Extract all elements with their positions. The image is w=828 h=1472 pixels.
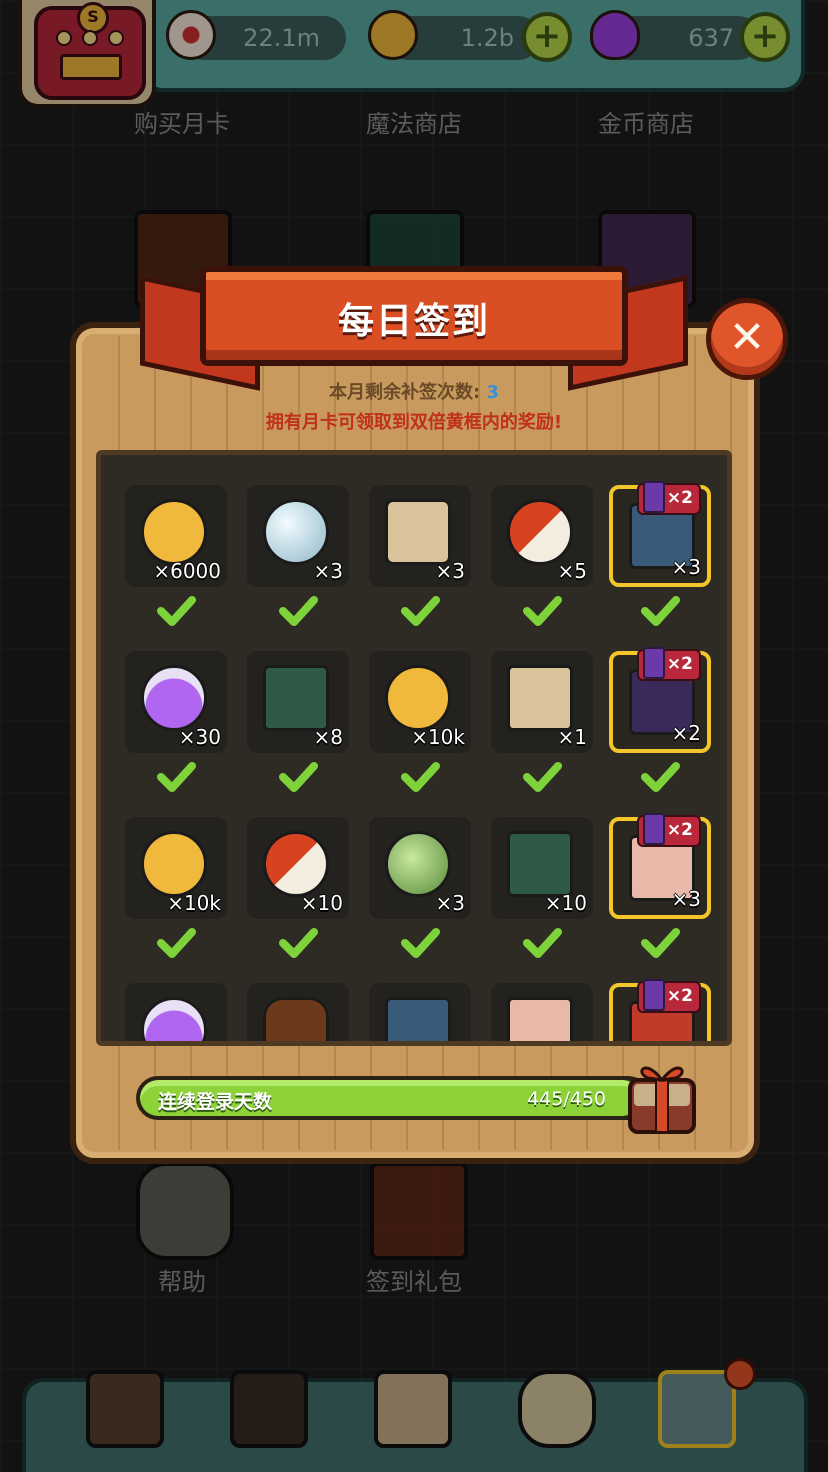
treasure-map-icon: [385, 499, 451, 565]
reward-quantity: ×5: [557, 559, 587, 583]
claimed-check-icon: [157, 596, 196, 626]
claimed-check-icon: [401, 762, 440, 792]
claimed-check-icon: [279, 762, 318, 792]
reward-cell[interactable]: ×3: [369, 485, 471, 587]
reward-quantity: ×10k: [167, 891, 221, 915]
video-card-icon: [263, 665, 329, 731]
purple-potion-icon: [141, 665, 207, 731]
double-reward-badge: ×2: [636, 979, 701, 1013]
claimed-check-icon: [279, 928, 318, 958]
claimed-check-icon: [523, 596, 562, 626]
double-reward-badge: ×2: [636, 481, 701, 515]
streak-count: 445/450: [527, 1088, 606, 1110]
gold-coin-icon: [385, 665, 451, 731]
reward-quantity: ×8: [313, 725, 343, 749]
reward-cell[interactable]: ×2: [609, 979, 711, 1041]
reward-quantity: ×3: [671, 887, 701, 911]
dialog-title: 每日签到: [337, 301, 490, 342]
reward-cell[interactable]: ×2 ×3: [609, 813, 711, 919]
claimed-check-icon: [157, 928, 196, 958]
month-card-icon: [642, 979, 665, 1011]
reward-cell[interactable]: ×10: [491, 817, 593, 919]
reward-quantity: ×10k: [411, 725, 465, 749]
claimed-check-icon: [641, 928, 680, 958]
reward-cell[interactable]: [247, 983, 349, 1041]
reward-quantity: ×10: [300, 891, 343, 915]
reward-cell[interactable]: ×10k: [369, 651, 471, 753]
close-button[interactable]: ✕: [706, 298, 788, 380]
reward-cell[interactable]: ×2 ×3: [609, 481, 711, 587]
remaining-makeups: 本月剩余补签次数: 3: [0, 378, 828, 404]
claimed-check-icon: [401, 928, 440, 958]
green-egg-icon: [385, 831, 451, 897]
reward-cell[interactable]: ×6000: [125, 485, 227, 587]
reward-grid: ×6000 ×3 ×3 ×5 ×2 ×3 ×30 ×8 ×10k ×1 ×2 ×2 ×10k ×10 ×3 ×…: [96, 450, 732, 1046]
gold-coin-icon: [141, 499, 207, 565]
double-reward-badge: ×2: [636, 813, 701, 847]
reward-quantity: ×6000: [153, 559, 221, 583]
pearl-orb-icon: [263, 499, 329, 565]
reward-quantity: ×2: [671, 721, 701, 745]
reward-cell[interactable]: ×3: [369, 817, 471, 919]
double-reward-label: ×2: [666, 488, 693, 508]
pill-capsule-icon: [507, 499, 573, 565]
month-card-note: 拥有月卡可领取到双倍黄框内的奖励!: [265, 412, 563, 433]
purple-potion-icon: [141, 997, 207, 1041]
reward-cell[interactable]: [491, 983, 593, 1041]
reward-cell[interactable]: ×3: [247, 485, 349, 587]
double-reward-label: ×2: [666, 986, 693, 1006]
month-card-icon: [642, 481, 665, 513]
month-card-icon: [642, 647, 665, 679]
reward-cell[interactable]: ×10k: [125, 817, 227, 919]
reward-cell[interactable]: ×8: [247, 651, 349, 753]
reward-cell[interactable]: [125, 983, 227, 1041]
double-reward-label: ×2: [666, 820, 693, 840]
reward-cell[interactable]: ×10: [247, 817, 349, 919]
claimed-check-icon: [641, 596, 680, 626]
reward-quantity: ×3: [435, 891, 465, 915]
gold-coin-icon: [141, 831, 207, 897]
reward-quantity: ×3: [671, 555, 701, 579]
claimed-check-icon: [157, 762, 196, 792]
claimed-check-icon: [641, 762, 680, 792]
double-reward-badge: ×2: [636, 647, 701, 681]
reward-quantity: ×3: [435, 559, 465, 583]
monster-card-icon: [385, 997, 451, 1041]
reward-cell[interactable]: ×30: [125, 651, 227, 753]
pill-capsule-icon: [263, 831, 329, 897]
red-scroll-icon: [507, 997, 573, 1041]
title-ribbon: 每日签到: [200, 266, 628, 366]
claimed-check-icon: [401, 596, 440, 626]
reward-cell[interactable]: [369, 983, 471, 1041]
reward-cell[interactable]: ×2 ×2: [609, 647, 711, 753]
remaining-value: 3: [486, 382, 499, 403]
herb-bundle-icon: [263, 997, 329, 1041]
remaining-label: 本月剩余补签次数:: [328, 382, 481, 403]
streak-label: 连续登录天数: [158, 1091, 273, 1113]
reward-quantity: ×10: [544, 891, 587, 915]
claimed-check-icon: [279, 596, 318, 626]
reward-quantity: ×1: [557, 725, 587, 749]
login-streak-bar: 连续登录天数 445/450: [136, 1076, 650, 1120]
double-reward-label: ×2: [666, 654, 693, 674]
reward-quantity: ×3: [313, 559, 343, 583]
claimed-check-icon: [523, 762, 562, 792]
reward-quantity: ×30: [178, 725, 221, 749]
reward-cell[interactable]: ×5: [491, 485, 593, 587]
reward-cell[interactable]: ×1: [491, 651, 593, 753]
month-card-icon: [642, 813, 665, 845]
deer-ticket-icon: [507, 665, 573, 731]
video-card-icon: [507, 831, 573, 897]
claimed-check-icon: [523, 928, 562, 958]
streak-gift-icon[interactable]: [624, 1054, 700, 1136]
